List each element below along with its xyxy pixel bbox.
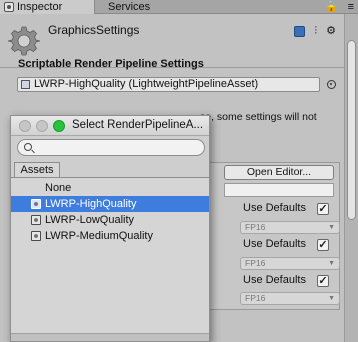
list-item-none[interactable]: None <box>11 180 209 196</box>
list-item[interactable]: LWRP-MediumQuality <box>11 228 209 244</box>
page-title: GraphicsSettings <box>48 23 140 37</box>
header-tools: ⫶ ⚙ <box>288 24 336 38</box>
tab-inspector-label: Inspector <box>17 1 63 13</box>
search-icon <box>24 143 32 151</box>
use-defaults-label: Use Defaults <box>243 274 306 286</box>
tab-assets[interactable]: Assets <box>14 162 60 178</box>
close-button[interactable] <box>19 120 31 132</box>
gear-icon[interactable]: ⚙ <box>326 24 336 37</box>
precision-select-value: FP16 <box>245 258 266 268</box>
list-item-label: LWRP-MediumQuality <box>45 230 153 242</box>
book-icon[interactable] <box>294 25 306 37</box>
scrollbar-thumb[interactable] <box>347 40 356 220</box>
tab-services-label: Services <box>108 1 151 13</box>
asset-icon <box>31 215 41 225</box>
use-defaults-label: Use Defaults <box>243 202 306 214</box>
render-pipeline-asset-field[interactable]: LWRP-HighQuality (LightweightPipelineAss… <box>17 77 320 92</box>
settings-sliders-icon[interactable]: ⫶ <box>314 25 317 38</box>
asset-icon <box>21 80 30 89</box>
empty-field[interactable] <box>224 183 334 197</box>
precision-select[interactable]: FP16 ▼ <box>240 257 340 270</box>
chevron-down-icon: ▼ <box>328 224 335 231</box>
open-editor-button[interactable]: Open Editor... <box>224 165 334 180</box>
list-item-label: LWRP-HighQuality <box>45 198 137 210</box>
precision-select-value: FP16 <box>245 293 266 303</box>
asset-icon <box>31 199 41 209</box>
tab-inspector[interactable]: Inspector <box>0 0 95 14</box>
use-defaults-label: Use Defaults <box>243 238 306 250</box>
popup-titlebar[interactable]: Select RenderPipelineA... <box>11 116 209 136</box>
asset-list: None LWRP-HighQuality LWRP-LowQuality LW… <box>11 177 209 341</box>
select-asset-popup: Select RenderPipelineA... Assets None LW… <box>10 115 210 342</box>
tab-tools: 🔒 ≡ <box>319 0 354 14</box>
search-input[interactable] <box>17 139 205 156</box>
asset-icon <box>31 231 41 241</box>
minimize-button[interactable] <box>36 120 48 132</box>
maximize-button[interactable] <box>53 120 65 132</box>
list-item[interactable]: LWRP-LowQuality <box>11 212 209 228</box>
lock-icon[interactable]: 🔒 <box>325 1 339 13</box>
list-item-label: LWRP-LowQuality <box>45 214 135 226</box>
popup-title: Select RenderPipelineA... <box>72 119 204 131</box>
object-picker-icon[interactable] <box>327 80 336 89</box>
tab-services[interactable]: Services <box>104 0 174 14</box>
chevron-down-icon: ▼ <box>328 295 335 302</box>
section-title: Scriptable Render Pipeline Settings <box>18 58 204 70</box>
gear-icon <box>8 26 40 56</box>
precision-select[interactable]: FP16 ▼ <box>240 221 340 234</box>
use-defaults-checkbox[interactable]: ✓ <box>317 203 329 215</box>
use-defaults-checkbox[interactable]: ✓ <box>317 239 329 251</box>
list-item[interactable]: LWRP-HighQuality <box>11 196 209 212</box>
asset-field-value: LWRP-HighQuality (LightweightPipelineAss… <box>34 78 259 90</box>
precision-select-value: FP16 <box>245 222 266 232</box>
chevron-down-icon: ▼ <box>328 260 335 267</box>
vertical-scrollbar[interactable] <box>344 14 358 342</box>
popup-footer <box>11 333 209 341</box>
precision-select[interactable]: FP16 ▼ <box>240 292 340 305</box>
menu-icon[interactable]: ≡ <box>348 1 354 13</box>
inspector-icon <box>4 2 14 12</box>
warning-text: se, some settings will not <box>200 111 317 123</box>
use-defaults-checkbox[interactable]: ✓ <box>317 275 329 287</box>
list-item-label: None <box>45 182 72 194</box>
window-tab-bar: Inspector Services 🔒 ≡ <box>0 0 358 14</box>
